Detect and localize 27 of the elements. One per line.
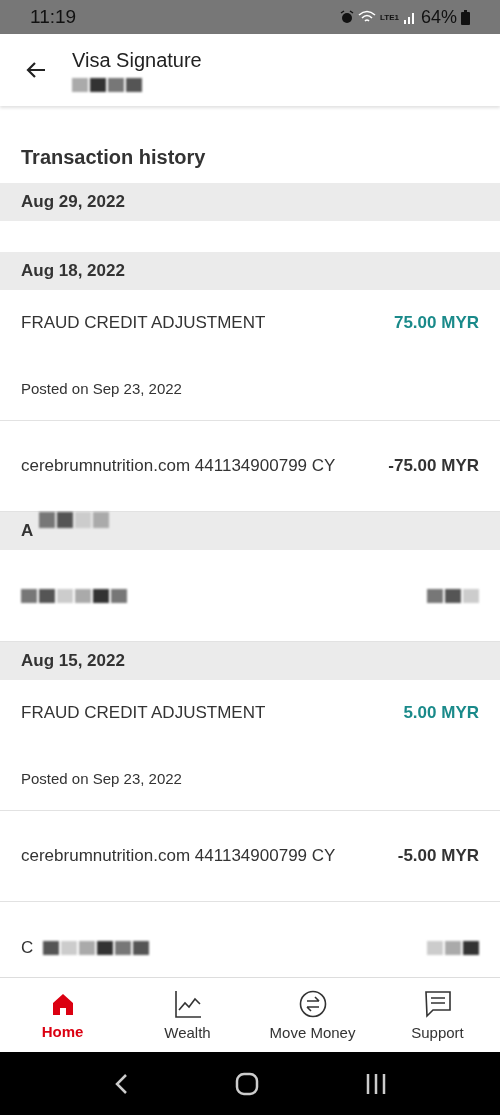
status-time: 11:19 xyxy=(30,6,77,28)
transaction-row[interactable]: FRAUD CREDIT ADJUSTMENT 5.00 MYR Posted on Sep 23, 2022 xyxy=(0,680,500,811)
nav-tab[interactable]: Move Money xyxy=(250,978,375,1052)
wifi-icon xyxy=(358,10,376,24)
recent-apps-icon[interactable] xyxy=(365,1072,387,1095)
nav-tab[interactable]: Home xyxy=(0,978,125,1052)
redacted-number xyxy=(72,77,142,92)
transaction-row[interactable]: cerebrumnutrition.com 441134900799 CY -5.00 MYR xyxy=(0,811,500,902)
network-label: LTE1 xyxy=(380,12,399,22)
card-title: Visa Signature xyxy=(72,48,202,72)
section-title: Transaction history xyxy=(20,145,207,170)
alarm-icon xyxy=(340,10,354,24)
back-icon[interactable] xyxy=(113,1072,129,1095)
home-button-icon[interactable] xyxy=(235,1071,259,1096)
date-header: Aug 18, 2022 xyxy=(0,252,500,290)
nav-tab[interactable]: Support xyxy=(375,978,500,1052)
date-header: Aug 15, 2022 xyxy=(0,642,500,680)
transaction-row[interactable]: FRAUD CREDIT ADJUSTMENT 75.00 MYR Posted on Sep 23, 2022 xyxy=(0,290,500,421)
chat-icon xyxy=(423,989,452,1018)
chart-icon xyxy=(173,989,202,1018)
date-header: Aug 29, 2022 xyxy=(0,183,500,221)
battery-percent: 64% xyxy=(420,6,457,28)
transfer-icon xyxy=(298,989,327,1018)
signal-icon xyxy=(402,10,417,24)
battery-icon xyxy=(461,9,470,25)
date-header: A xyxy=(0,512,500,550)
nav-tab[interactable]: Wealth xyxy=(125,978,250,1052)
